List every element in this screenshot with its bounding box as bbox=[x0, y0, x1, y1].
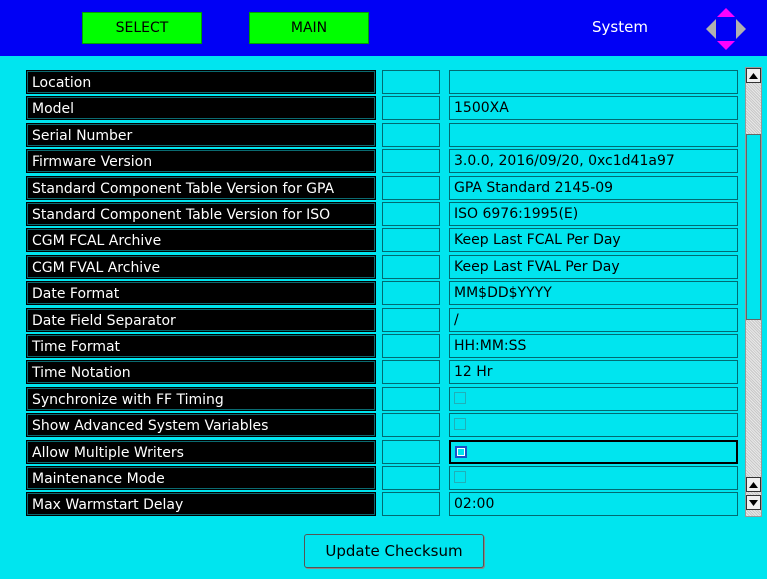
row-value[interactable]: MM$DD$YYYY bbox=[449, 281, 738, 306]
row-value[interactable]: GPA Standard 2145-09 bbox=[449, 175, 738, 200]
dpad-right-icon[interactable] bbox=[736, 19, 746, 39]
arrow-down-icon bbox=[749, 499, 758, 506]
table-row: Maintenance Mode bbox=[24, 466, 739, 492]
scroll-up-button-lower[interactable] bbox=[746, 477, 761, 492]
row-checkbox-cell[interactable] bbox=[449, 439, 738, 464]
row-unit-cell bbox=[382, 254, 440, 279]
row-unit-cell bbox=[382, 413, 440, 438]
row-unit-cell bbox=[382, 439, 440, 464]
dpad-left-icon[interactable] bbox=[706, 19, 716, 39]
table-row: Model 1500XA bbox=[24, 96, 739, 122]
select-button[interactable]: SELECT bbox=[82, 12, 202, 44]
page-title: System bbox=[592, 18, 648, 36]
checkbox[interactable] bbox=[454, 418, 466, 431]
arrow-up-icon bbox=[749, 72, 758, 79]
row-unit-cell bbox=[382, 307, 440, 332]
row-value[interactable]: HH:MM:SS bbox=[449, 334, 738, 358]
row-label[interactable]: Date Field Separator bbox=[26, 307, 376, 332]
row-label[interactable]: Allow Multiple Writers bbox=[26, 439, 376, 464]
row-label[interactable]: Location bbox=[26, 70, 376, 94]
row-value[interactable]: / bbox=[449, 307, 738, 332]
row-label[interactable]: Standard Component Table Version for GPA bbox=[26, 175, 376, 200]
table-row: Time Notation 12 Hr bbox=[24, 360, 739, 386]
row-value[interactable]: 3.0.0, 2016/09/20, 0xc1d41a97 bbox=[449, 149, 738, 174]
row-label[interactable]: Serial Number bbox=[26, 122, 376, 147]
row-label[interactable]: Show Advanced System Variables bbox=[26, 413, 376, 438]
table-row: Serial Number bbox=[24, 122, 739, 149]
row-label[interactable]: CGM FCAL Archive bbox=[26, 228, 376, 253]
checkbox[interactable] bbox=[455, 445, 467, 458]
row-unit-cell bbox=[382, 228, 440, 253]
row-unit-cell bbox=[382, 122, 440, 147]
row-checkbox-cell[interactable] bbox=[449, 386, 738, 411]
dpad-arrows-icon[interactable] bbox=[704, 6, 748, 52]
row-value[interactable]: Keep Last FVAL Per Day bbox=[449, 254, 738, 279]
main-button[interactable]: MAIN bbox=[249, 12, 369, 44]
table-row: Date Format MM$DD$YYYY bbox=[24, 281, 739, 307]
row-label[interactable]: Standard Component Table Version for ISO bbox=[26, 202, 376, 226]
table-row: Time Format HH:MM:SS bbox=[24, 334, 739, 360]
table-row: Allow Multiple Writers bbox=[24, 439, 739, 466]
row-label[interactable]: Time Format bbox=[26, 334, 376, 358]
row-unit-cell bbox=[382, 492, 440, 517]
row-label[interactable]: Firmware Version bbox=[26, 149, 376, 174]
table-row: Standard Component Table Version for GPA… bbox=[24, 175, 739, 202]
row-checkbox-cell[interactable] bbox=[449, 413, 738, 438]
table-row: Standard Component Table Version for ISO… bbox=[24, 202, 739, 228]
row-unit-cell bbox=[382, 281, 440, 306]
row-unit-cell bbox=[382, 202, 440, 226]
row-label[interactable]: CGM FVAL Archive bbox=[26, 254, 376, 279]
row-value[interactable] bbox=[449, 122, 738, 147]
row-value[interactable]: 12 Hr bbox=[449, 360, 738, 385]
header-bar: SELECT MAIN System bbox=[0, 0, 767, 56]
checkbox[interactable] bbox=[454, 471, 466, 483]
row-unit-cell bbox=[382, 96, 440, 121]
row-label[interactable]: Max Warmstart Delay bbox=[26, 492, 376, 517]
update-checksum-button[interactable]: Update Checksum bbox=[304, 534, 484, 568]
row-value[interactable]: 02:00 bbox=[449, 492, 738, 517]
row-label[interactable]: Time Notation bbox=[26, 360, 376, 385]
scroll-thumb[interactable] bbox=[746, 134, 761, 320]
row-value[interactable] bbox=[449, 70, 738, 94]
table-row: Synchronize with FF Timing bbox=[24, 386, 739, 413]
table-row: CGM FCAL Archive Keep Last FCAL Per Day bbox=[24, 228, 739, 254]
row-unit-cell bbox=[382, 386, 440, 411]
table-row: Firmware Version 3.0.0, 2016/09/20, 0xc1d… bbox=[24, 149, 739, 175]
row-unit-cell bbox=[382, 175, 440, 200]
table-row: Show Advanced System Variables bbox=[24, 413, 739, 439]
scroll-up-button[interactable] bbox=[746, 68, 761, 83]
row-label[interactable]: Model bbox=[26, 96, 376, 121]
table-row: Max Warmstart Delay 02:00 bbox=[24, 492, 739, 517]
row-label[interactable]: Date Format bbox=[26, 281, 376, 306]
row-unit-cell bbox=[382, 466, 440, 490]
row-unit-cell bbox=[382, 70, 440, 94]
scroll-down-button[interactable] bbox=[746, 495, 761, 510]
arrow-up-icon bbox=[749, 481, 758, 488]
vertical-scrollbar[interactable] bbox=[745, 67, 762, 517]
row-value[interactable]: ISO 6976:1995(E) bbox=[449, 202, 738, 226]
row-checkbox-cell[interactable] bbox=[449, 466, 738, 490]
row-label[interactable]: Maintenance Mode bbox=[26, 466, 376, 490]
row-value[interactable]: 1500XA bbox=[449, 96, 738, 121]
table-row: Date Field Separator / bbox=[24, 307, 739, 334]
table-row: Location bbox=[24, 70, 739, 96]
system-variables-table: Location Model 1500XA Serial Number Firmware… bbox=[24, 70, 739, 517]
row-unit-cell bbox=[382, 149, 440, 174]
row-unit-cell bbox=[382, 334, 440, 358]
row-label[interactable]: Synchronize with FF Timing bbox=[26, 386, 376, 411]
row-unit-cell bbox=[382, 360, 440, 385]
dpad-up-icon[interactable] bbox=[717, 8, 735, 17]
table-row: CGM FVAL Archive Keep Last FVAL Per Day bbox=[24, 254, 739, 281]
dpad-down-icon[interactable] bbox=[717, 41, 735, 50]
row-value[interactable]: Keep Last FCAL Per Day bbox=[449, 228, 738, 253]
checkbox[interactable] bbox=[454, 391, 466, 404]
